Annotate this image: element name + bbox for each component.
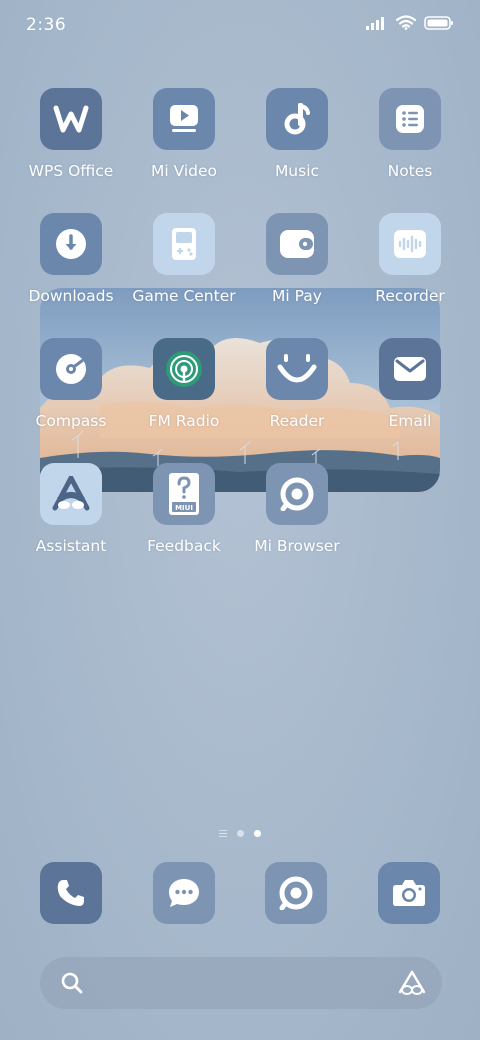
wps-office-icon	[40, 88, 102, 150]
app-email[interactable]: Email	[355, 338, 465, 430]
app-game-center[interactable]: Game Center	[129, 213, 239, 305]
mi-pay-icon	[266, 213, 328, 275]
app-feedback[interactable]: MIUI Feedback	[129, 463, 239, 555]
app-music[interactable]: Music	[242, 88, 352, 180]
app-label: Game Center	[132, 287, 236, 305]
app-label: Reader	[269, 412, 325, 430]
app-label: Feedback	[147, 537, 221, 555]
signal-icon	[366, 15, 388, 34]
page-dot	[237, 830, 244, 837]
page-indicator[interactable]	[0, 830, 480, 837]
music-icon	[266, 88, 328, 150]
app-recorder[interactable]: Recorder	[355, 213, 465, 305]
browser-icon	[265, 862, 327, 924]
email-icon	[379, 338, 441, 400]
app-label: Email	[388, 412, 432, 430]
app-label: Assistant	[35, 537, 107, 555]
wifi-icon	[395, 15, 417, 34]
fm-radio-icon	[153, 338, 215, 400]
mi-browser-icon	[266, 463, 328, 525]
assistant-icon[interactable]	[398, 970, 426, 1000]
app-reader[interactable]: Reader	[242, 338, 352, 430]
assistant-icon	[40, 463, 102, 525]
dock-messaging[interactable]	[153, 862, 215, 924]
app-label: FM Radio	[148, 412, 220, 430]
downloads-icon	[40, 213, 102, 275]
compass-icon	[40, 338, 102, 400]
mi-video-icon	[153, 88, 215, 150]
status-icons	[366, 15, 454, 34]
battery-icon	[424, 15, 454, 34]
feedback-icon: MIUI	[153, 463, 215, 525]
app-mi-pay[interactable]: Mi Pay	[242, 213, 352, 305]
dock-camera[interactable]	[378, 862, 440, 924]
recorder-icon	[379, 213, 441, 275]
app-downloads[interactable]: Downloads	[16, 213, 126, 305]
app-compass[interactable]: Compass	[16, 338, 126, 430]
app-label: Music	[274, 162, 320, 180]
camera-icon	[378, 862, 440, 924]
page-indicator-lines-icon	[219, 830, 227, 837]
app-label: Mi Video	[150, 162, 218, 180]
dock-browser[interactable]	[265, 862, 327, 924]
app-mi-browser[interactable]: Mi Browser	[242, 463, 352, 555]
app-label: Recorder	[375, 287, 445, 305]
app-notes[interactable]: Notes	[355, 88, 465, 180]
app-label: Notes	[387, 162, 433, 180]
app-label: Compass	[35, 412, 107, 430]
messaging-icon	[153, 862, 215, 924]
app-label: Mi Browser	[254, 537, 340, 555]
app-label: WPS Office	[28, 162, 114, 180]
page-dot-active	[254, 830, 261, 837]
app-assistant[interactable]: Assistant	[16, 463, 126, 555]
search-bar[interactable]	[40, 957, 442, 1009]
app-mi-video[interactable]: Mi Video	[129, 88, 239, 180]
feedback-icon-text: MIUI	[175, 504, 193, 512]
game-center-icon	[153, 213, 215, 275]
app-label: Downloads	[28, 287, 114, 305]
status-bar: 2:36	[0, 0, 480, 50]
reader-icon	[266, 338, 328, 400]
search-icon	[60, 971, 84, 999]
notes-icon	[379, 88, 441, 150]
app-wps-office[interactable]: WPS Office	[16, 88, 126, 180]
app-fm-radio[interactable]: FM Radio	[129, 338, 239, 430]
dock-phone[interactable]	[40, 862, 102, 924]
phone-icon	[40, 862, 102, 924]
app-label: Mi Pay	[272, 287, 322, 305]
status-time: 2:36	[26, 15, 67, 35]
